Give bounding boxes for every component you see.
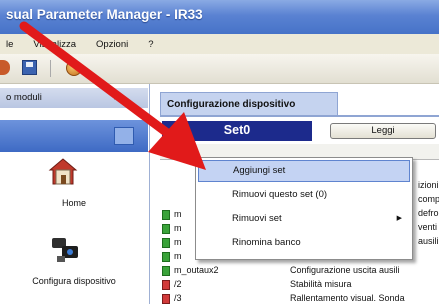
menu-item-add-set[interactable]: Aggiungi set	[198, 160, 410, 182]
menu-item-label: Rimuovi questo set (0)	[232, 189, 328, 200]
tab-device-configuration[interactable]: Configurazione dispositivo	[160, 92, 338, 116]
sidebar-header: o moduli ▾	[0, 88, 148, 108]
menu-item-rename-bank[interactable]: Rinomina banco	[198, 232, 410, 254]
sidebar-item-label: Configura dispositivo	[32, 276, 116, 286]
column-header-select: Sel	[164, 146, 178, 156]
row-desc-partial: compi	[418, 194, 439, 204]
toolbar	[0, 54, 439, 84]
parameter-icon	[162, 280, 170, 290]
parameter-description: Rallentamento visual. Sonda	[290, 293, 405, 303]
table-row[interactable]: /3 Rallentamento visual. Sonda	[162, 292, 439, 304]
menu-help[interactable]: ?	[148, 39, 153, 50]
table-row[interactable]: /2 Stabilità misura	[162, 278, 439, 292]
menu-item-remove-set[interactable]: Rimuovi set ▶	[198, 208, 410, 230]
context-menu: Aggiungi set Rimuovi questo set (0) Rimu…	[195, 157, 413, 260]
menu-bar: le Visualizza Opzioni ?	[0, 34, 439, 54]
pin-button[interactable]	[114, 127, 134, 145]
submenu-arrow-icon: ▶	[396, 215, 402, 222]
toolbar-separator	[50, 60, 51, 77]
parameter-description: Stabilità misura	[290, 279, 352, 289]
sidebar-item-configure-device[interactable]: Configura dispositivo	[0, 230, 148, 300]
parameter-icon	[162, 210, 170, 220]
table-row[interactable]: m_outaux2 Configurazione uscita ausili	[162, 264, 439, 278]
save-icon[interactable]	[22, 60, 37, 75]
sidebar: o moduli ▾ Home Configura dispositivo	[0, 84, 150, 304]
set-label: Set0	[162, 121, 312, 141]
sidebar-header-label: o moduli	[6, 92, 42, 103]
parameter-description: Configurazione uscita ausili	[290, 265, 400, 275]
parameter-icon	[162, 238, 170, 248]
parameter-name: m	[174, 237, 182, 247]
parameter-name: /3	[174, 293, 182, 303]
parameter-name: /2	[174, 279, 182, 289]
window-title: sual Parameter Manager - IR33	[0, 0, 439, 34]
menu-item-label: Rimuovi set	[232, 213, 282, 224]
menu-options[interactable]: Opzioni	[96, 39, 128, 50]
parameter-name: m	[174, 209, 182, 219]
parameter-name: m	[174, 251, 182, 261]
row-desc-partial: izioni	[418, 180, 439, 190]
menu-item-remove-this-set[interactable]: Rimuovi questo set (0)	[198, 184, 410, 206]
sidebar-item-label: Home	[61, 198, 86, 208]
parameter-icon	[162, 252, 170, 262]
menu-file[interactable]: le	[6, 39, 13, 50]
parameter-icon	[162, 294, 170, 304]
sidebar-item-home[interactable]: Home	[0, 154, 148, 224]
parameter-icon	[162, 224, 170, 234]
open-icon[interactable]	[0, 60, 10, 75]
menu-item-label: Aggiungi set	[233, 165, 286, 176]
tab-underline	[160, 115, 439, 117]
sidebar-band	[0, 120, 148, 152]
connect-icon[interactable]	[66, 60, 82, 76]
parameter-name: m	[174, 223, 182, 233]
menu-item-label: Rinomina banco	[232, 237, 301, 248]
chevron-down-icon[interactable]: ▾	[112, 90, 118, 103]
read-button[interactable]: Leggi	[330, 123, 436, 139]
parameter-name: m_outaux2	[174, 265, 219, 275]
parameter-icon	[162, 266, 170, 276]
menu-view[interactable]: Visualizza	[33, 39, 76, 50]
